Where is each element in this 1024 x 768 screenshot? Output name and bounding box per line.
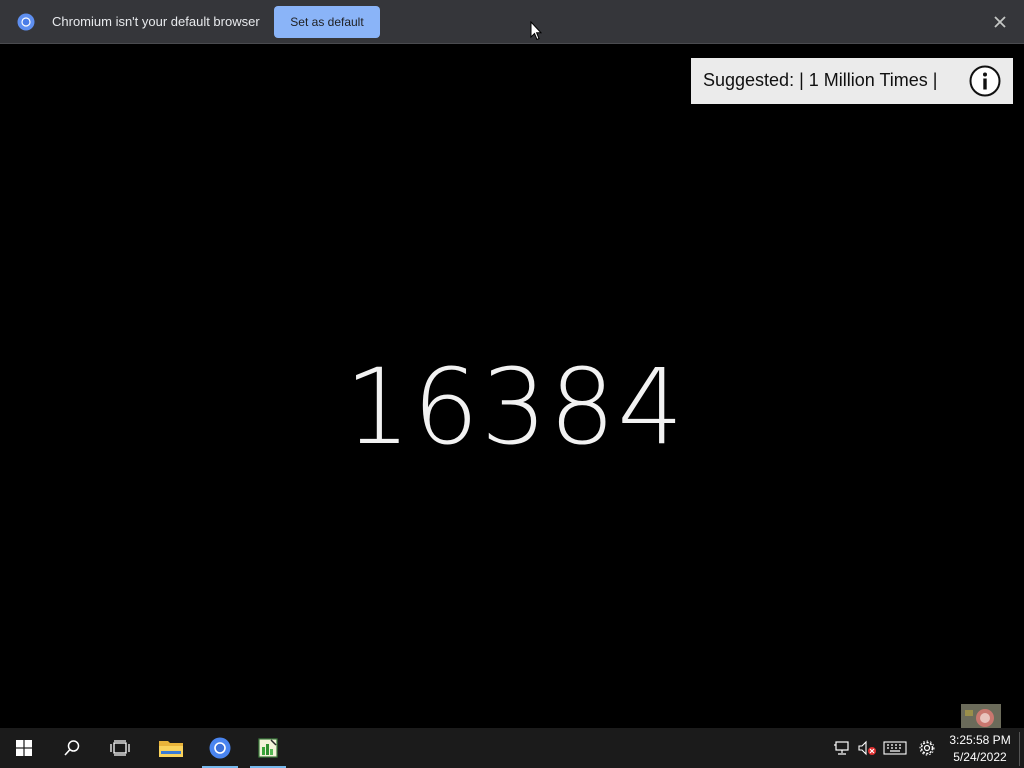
default-browser-infobar: Chromium isn't your default browser Set … <box>0 0 1024 44</box>
clock-time: 3:25:58 PM <box>949 733 1011 747</box>
info-icon[interactable] <box>969 65 1001 97</box>
clock-date: 5/24/2022 <box>953 750 1007 764</box>
file-explorer-icon[interactable] <box>150 728 192 768</box>
notepad-app-icon[interactable] <box>248 728 288 768</box>
suggestion-banner: Suggested: | 1 Million Times | <box>691 58 1013 104</box>
search-icon[interactable] <box>48 728 96 768</box>
close-icon[interactable] <box>991 13 1009 31</box>
notification-thumbnail[interactable] <box>961 704 1001 730</box>
gear-icon[interactable] <box>915 728 939 768</box>
show-desktop-button[interactable] <box>1019 732 1020 766</box>
volume-muted-icon[interactable] <box>856 728 878 768</box>
chromium-icon[interactable] <box>200 728 240 768</box>
click-counter-value: 16384 <box>344 346 686 468</box>
windows-start-icon[interactable] <box>0 728 48 768</box>
mouse-cursor <box>530 20 543 41</box>
taskbar <box>0 728 1024 768</box>
chromium-logo-icon <box>17 13 35 31</box>
network-icon[interactable] <box>832 728 854 768</box>
keyboard-icon[interactable] <box>882 728 908 768</box>
suggestion-text: Suggested: | 1 Million Times | <box>703 70 938 90</box>
task-view-icon[interactable] <box>96 728 144 768</box>
infobar-message: Chromium isn't your default browser <box>52 14 260 29</box>
set-as-default-button[interactable]: Set as default <box>274 6 380 38</box>
system-clock[interactable]: 3:25:58 PM 5/24/2022 <box>944 732 1016 766</box>
